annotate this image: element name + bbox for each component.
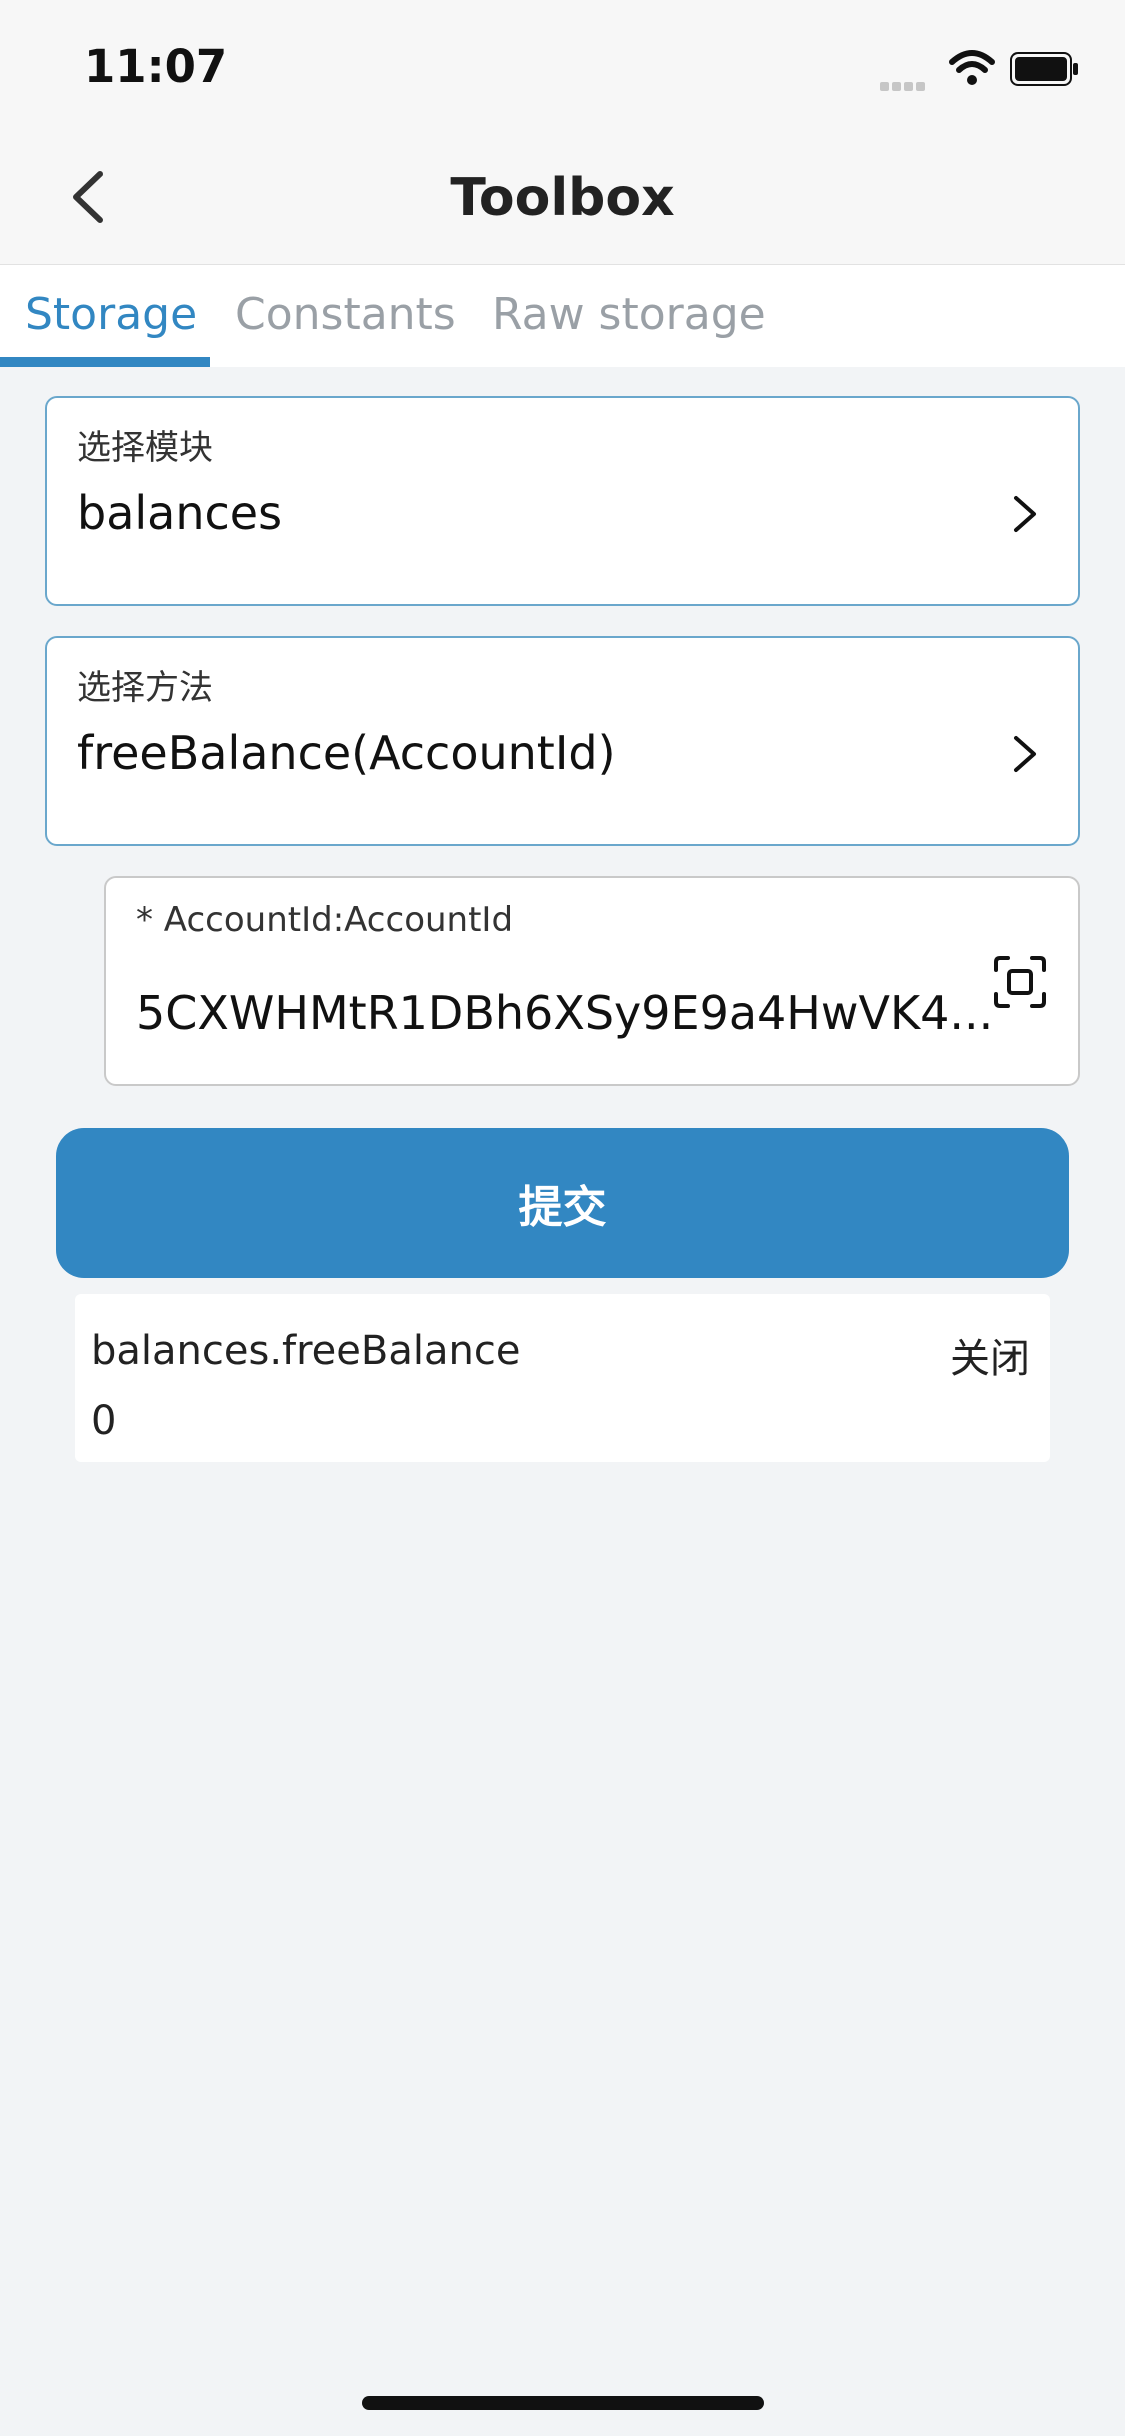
cellular-signal-icon bbox=[880, 76, 932, 91]
navigation-bar: Toolbox bbox=[0, 132, 1125, 265]
result-value: 0 bbox=[91, 1398, 117, 1444]
status-bar: 11:07 bbox=[0, 0, 1125, 132]
account-id-label: * AccountId:AccountId bbox=[136, 900, 514, 940]
page-title: Toolbox bbox=[450, 168, 675, 228]
method-select[interactable]: 选择方法 freeBalance(AccountId) bbox=[45, 636, 1080, 846]
tab-storage[interactable]: Storage bbox=[25, 289, 197, 340]
method-select-label: 选择方法 bbox=[77, 668, 213, 708]
module-select-label: 选择模块 bbox=[77, 428, 213, 468]
active-tab-indicator bbox=[0, 357, 210, 367]
tab-bar: Storage Constants Raw storage bbox=[0, 265, 1125, 367]
chevron-right-icon bbox=[1014, 496, 1036, 532]
result-card: balances.freeBalance 关闭 0 bbox=[75, 1294, 1050, 1462]
status-time: 11:07 bbox=[84, 40, 228, 93]
result-close-button[interactable]: 关闭 bbox=[950, 1326, 1030, 1384]
module-select[interactable]: 选择模块 balances bbox=[45, 396, 1080, 606]
scan-qr-icon[interactable] bbox=[992, 954, 1048, 1010]
module-select-value: balances bbox=[77, 486, 283, 540]
home-indicator bbox=[362, 2396, 764, 2410]
result-title: balances.freeBalance bbox=[91, 1328, 521, 1374]
tab-constants[interactable]: Constants bbox=[235, 289, 456, 340]
method-select-value: freeBalance(AccountId) bbox=[77, 726, 616, 780]
battery-icon bbox=[1010, 52, 1078, 86]
wifi-icon bbox=[949, 50, 995, 85]
submit-button[interactable]: 提交 bbox=[56, 1128, 1069, 1278]
chevron-right-icon bbox=[1014, 736, 1036, 772]
account-id-field[interactable]: * AccountId:AccountId 5CXWHMtR1DBh6XSy9E… bbox=[104, 876, 1080, 1086]
account-id-input[interactable]: 5CXWHMtR1DBh6XSy9E9a4HwVK4... bbox=[136, 986, 993, 1040]
tab-raw-storage[interactable]: Raw storage bbox=[492, 289, 766, 340]
